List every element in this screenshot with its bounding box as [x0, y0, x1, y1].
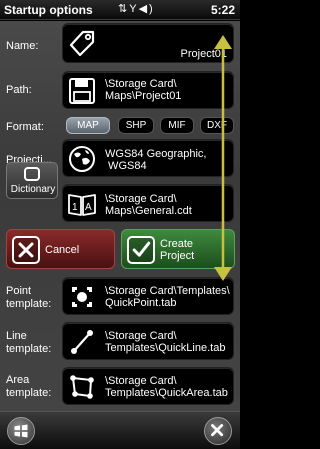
startup-form: Name: Project01 Path: \Storage Card\ Map…: [0, 21, 240, 411]
format-label: Format:: [6, 121, 44, 133]
volume-icon: ◀): [138, 3, 155, 15]
area-template-field[interactable]: \Storage Card\ Templates\QuickArea.tab: [62, 367, 234, 405]
dictionary-book-icon: 1 A: [68, 194, 96, 216]
close-icon: [211, 424, 224, 437]
antenna-icon: Y: [129, 3, 139, 15]
windows-start-button[interactable]: [7, 417, 35, 445]
area-template-label: Area template:: [6, 374, 52, 399]
area-icon: [70, 375, 94, 399]
close-button[interactable]: [204, 417, 232, 445]
cancel-button[interactable]: Cancel: [6, 229, 115, 269]
dictionary-value: \Storage Card\ Maps\General.cdt: [105, 193, 192, 217]
path-label: Path:: [6, 84, 32, 96]
point-icon: [72, 287, 92, 307]
format-shp-option[interactable]: SHP: [118, 117, 154, 134]
cancel-label: Cancel: [45, 244, 80, 256]
create-label: Create Project: [160, 238, 195, 262]
line-template-field[interactable]: \Storage Card\ Templates\QuickLine.tab: [62, 322, 234, 360]
area-template-value: \Storage Card\ Templates\QuickArea.tab: [105, 375, 228, 399]
floppy-disk-icon: [69, 78, 95, 104]
format-map-option[interactable]: MAP: [66, 117, 110, 134]
line-icon: [71, 330, 93, 354]
windows-start-icon: [14, 424, 28, 438]
status-icons: ⇅Y◀): [118, 2, 155, 15]
point-template-label: Point template:: [6, 285, 52, 310]
svg-text:A: A: [85, 202, 92, 213]
name-label: Name:: [6, 40, 39, 52]
projection-field[interactable]: WGS84 Geographic, WGS84: [62, 139, 234, 177]
name-field[interactable]: Project01: [62, 23, 234, 63]
line-template-value: \Storage Card\ Templates\QuickLine.tab: [105, 330, 226, 354]
dictionary-field[interactable]: 1 A \Storage Card\ Maps\General.cdt: [62, 184, 234, 222]
svg-text:1: 1: [72, 202, 78, 213]
path-value: \Storage Card\ Maps\Project01: [105, 78, 182, 102]
projection-value: WGS84 Geographic, WGS84: [105, 148, 207, 172]
checkmark-icon: [127, 236, 155, 264]
cancel-x-icon: [12, 236, 40, 264]
globe-icon: [69, 146, 95, 172]
tag-icon: [69, 30, 95, 57]
taskbar: [0, 411, 240, 449]
clock: 5:22: [211, 3, 236, 17]
scroll-indicator[interactable]: [210, 33, 236, 283]
signal-icon: ⇅: [118, 3, 130, 15]
dictionary-square-icon: [24, 167, 40, 181]
title-bar: Startup options ⇅Y◀) 5:22: [0, 0, 240, 20]
point-template-value: \Storage Card\Templates\ QuickPoint.tab: [105, 285, 230, 309]
window-title: Startup options: [4, 3, 93, 17]
line-template-label: Line template:: [6, 330, 52, 355]
point-template-field[interactable]: \Storage Card\Templates\ QuickPoint.tab: [62, 277, 234, 315]
path-field[interactable]: \Storage Card\ Maps\Project01: [62, 71, 234, 109]
dictionary-button[interactable]: Dictionary: [6, 162, 58, 199]
format-mif-option[interactable]: MIF: [160, 117, 194, 134]
dictionary-label: Dictionary: [10, 184, 56, 195]
